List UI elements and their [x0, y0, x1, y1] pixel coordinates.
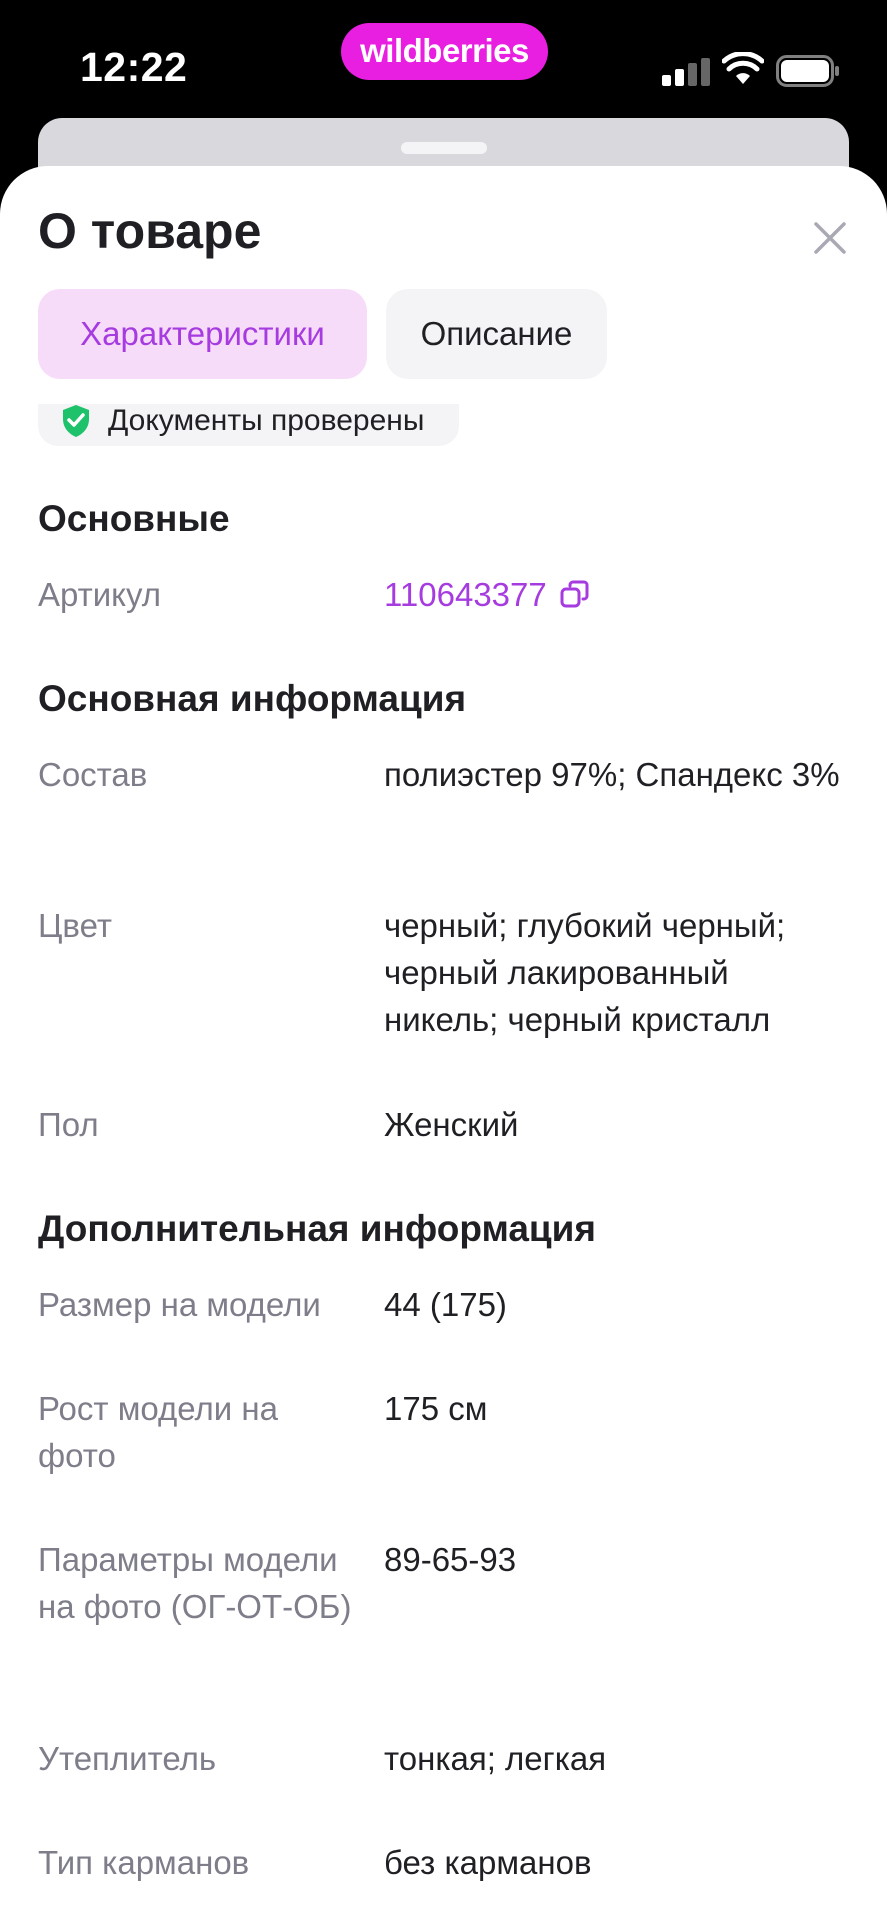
tab-characteristics[interactable]: Характеристики [38, 289, 367, 379]
section-title-extra-info: Дополнительная информация [38, 1208, 597, 1249]
value-color: черный; глубокий черный; черный лакирова… [384, 907, 786, 1038]
label-gender: Пол [38, 1106, 99, 1143]
value-pocket-type: без карманов [384, 1844, 592, 1881]
label-model-size: Размер на модели [38, 1286, 321, 1323]
label-pocket-type: Тип карманов [38, 1844, 250, 1881]
label-composition: Состав [38, 756, 148, 793]
documents-verified-badge: Документы проверены [38, 404, 459, 446]
value-model-height: 175 см [384, 1390, 488, 1427]
label-color: Цвет [38, 907, 112, 944]
label-insulation: Утеплитель [38, 1740, 217, 1777]
shield-check-icon [63, 405, 89, 437]
section-title-main-info: Основная информация [38, 678, 467, 719]
value-model-size: 44 (175) [384, 1286, 507, 1323]
value-composition: полиэстер 97%; Спандекс 3% [384, 756, 840, 793]
value-model-params: 89-65-93 [384, 1541, 517, 1578]
value-gender: Женский [384, 1106, 519, 1143]
product-info-sheet: О товаре Характеристики Описание Докумен… [0, 166, 887, 1920]
tab-description[interactable]: Описание [386, 289, 607, 379]
status-bar: 12:22 wildberries [0, 0, 887, 120]
label-article: Артикул [38, 576, 162, 613]
sheet-title: О товаре [38, 203, 262, 259]
copy-icon[interactable] [559, 579, 591, 611]
article-number-text: 110643377 [384, 576, 547, 613]
cellular-signal-icon [662, 58, 710, 86]
label-model-height: Рост модели на фото [38, 1390, 278, 1474]
article-number[interactable]: 110643377 [384, 571, 844, 618]
section-title-basic: Основные [38, 498, 230, 539]
status-time: 12:22 [80, 44, 188, 90]
brand-logo: wildberries [341, 23, 548, 80]
battery-icon [776, 55, 839, 87]
label-model-params: Параметры модели на фото (ОГ-ОТ-ОБ) [38, 1541, 352, 1625]
documents-verified-text: Документы проверены [108, 404, 425, 437]
wifi-icon [722, 52, 764, 84]
close-icon[interactable] [806, 214, 854, 262]
sheet-grabber[interactable] [401, 142, 487, 154]
value-insulation: тонкая; легкая [384, 1740, 607, 1777]
